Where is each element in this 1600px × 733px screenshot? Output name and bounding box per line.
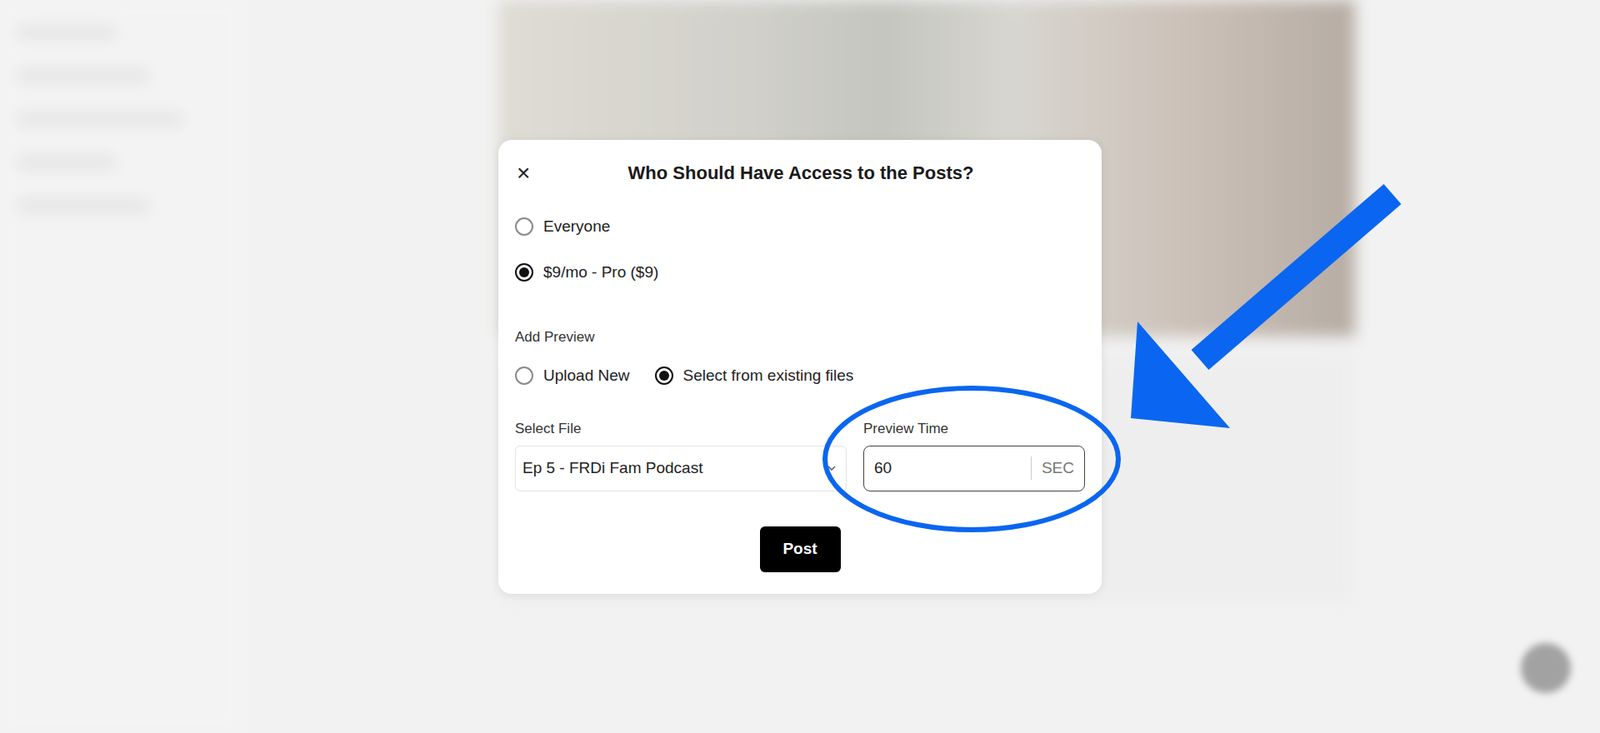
option-label: $9/mo - Pro ($9) bbox=[543, 263, 659, 282]
radio-button[interactable] bbox=[515, 217, 534, 236]
option-label: Everyone bbox=[543, 217, 610, 236]
file-select-value: Ep 5 - FRDi Fam Podcast bbox=[522, 459, 826, 478]
add-preview-label: Add Preview bbox=[515, 329, 1085, 346]
preview-options: Upload New Select from existing files bbox=[515, 359, 1085, 393]
actions: Post bbox=[515, 526, 1085, 573]
preview-time-group: Preview Time 60SEC bbox=[863, 420, 1085, 492]
preview-fields: Select File Ep 5 - FRDi Fam Podcast Previe… bbox=[515, 420, 1085, 492]
dialog-title: Who Should Have Access to the Posts? bbox=[541, 162, 1085, 185]
option-label: Upload New bbox=[543, 366, 630, 385]
close-button[interactable]: × bbox=[515, 161, 542, 185]
radio-button[interactable] bbox=[655, 366, 674, 385]
post-button[interactable]: Post bbox=[760, 526, 841, 573]
access-options: Everyone $9/mo - Pro ($9) bbox=[515, 210, 1085, 290]
modal-overlay: ×Who Should Have Access to the Posts? Eve… bbox=[0, 0, 1600, 733]
dialog-header: ×Who Should Have Access to the Posts? bbox=[515, 156, 1085, 190]
access-dialog: ×Who Should Have Access to the Posts? Eve… bbox=[498, 140, 1102, 595]
preview-time-label: Preview Time bbox=[863, 420, 1085, 438]
access-option[interactable]: $9/mo - Pro ($9) bbox=[515, 255, 1085, 290]
preview-time-unit: SEC bbox=[1030, 456, 1085, 480]
radio-button[interactable] bbox=[515, 366, 534, 385]
file-select[interactable]: Ep 5 - FRDi Fam Podcast bbox=[515, 445, 847, 492]
radio-button[interactable] bbox=[515, 263, 534, 282]
select-file-group: Select File Ep 5 - FRDi Fam Podcast bbox=[515, 420, 847, 492]
access-option[interactable]: Everyone bbox=[515, 210, 1085, 244]
preview-time-value: 60 bbox=[864, 459, 1031, 478]
preview-option[interactable]: Upload New bbox=[515, 359, 630, 393]
option-label: Select from existing files bbox=[683, 366, 855, 385]
chevron-down-icon[interactable] bbox=[825, 462, 838, 475]
select-file-label: Select File bbox=[515, 420, 847, 438]
annotation-arrow-icon bbox=[0, 0, 1600, 733]
preview-option[interactable]: Select from existing files bbox=[655, 359, 855, 393]
preview-time-input[interactable]: 60SEC bbox=[863, 445, 1085, 492]
